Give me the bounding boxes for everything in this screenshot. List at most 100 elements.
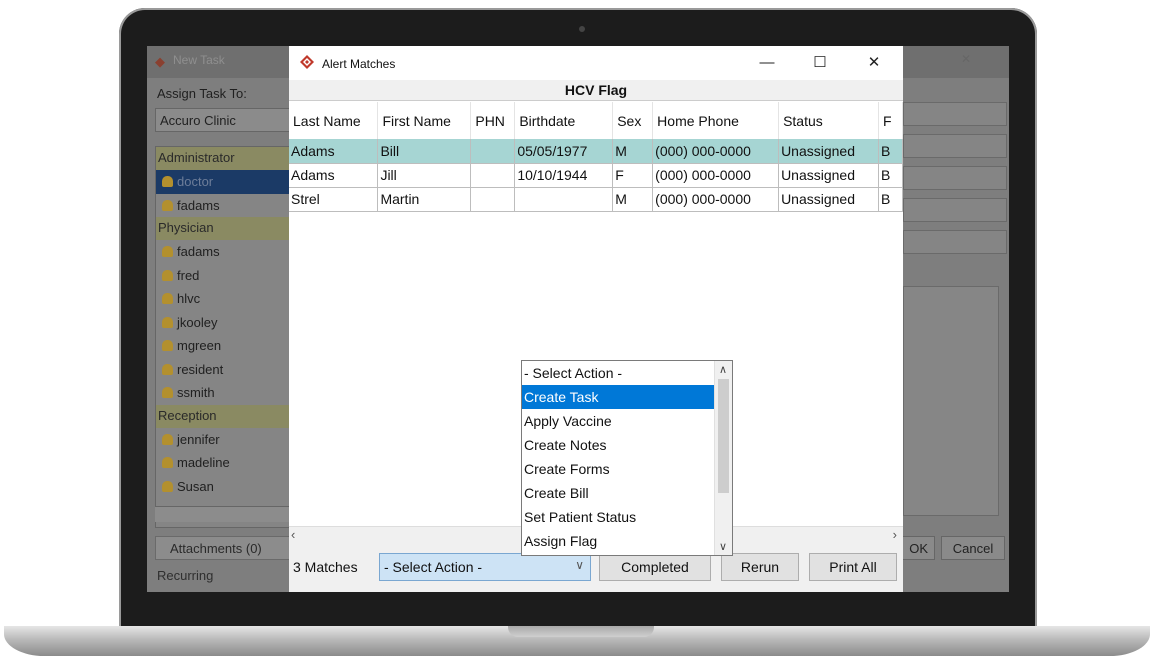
column-header[interactable]: Sex xyxy=(612,102,654,139)
dropdown-option[interactable]: Set Patient Status xyxy=(522,505,714,529)
user-icon xyxy=(162,480,173,492)
list-item-user[interactable]: mgreen xyxy=(156,334,291,358)
list-item-user[interactable]: fred xyxy=(156,264,291,288)
column-header[interactable]: Birthdate xyxy=(514,102,614,139)
user-icon xyxy=(162,363,173,375)
column-header[interactable]: PHN xyxy=(470,102,516,139)
list-item-user[interactable]: ssmith xyxy=(156,381,291,405)
laptop-base xyxy=(4,626,1150,656)
user-name: ssmith xyxy=(177,385,215,400)
group-header: Reception xyxy=(156,404,291,428)
dropdown-option[interactable]: Assign Flag xyxy=(522,529,714,553)
minimize-button[interactable]: — xyxy=(747,52,787,74)
dropdown-option[interactable]: Apply Vaccine xyxy=(522,409,714,433)
scrollbar-thumb[interactable] xyxy=(718,379,729,493)
background-dropdown[interactable] xyxy=(903,198,1007,222)
table-row[interactable]: Adams Jill 10/10/1944 F (000) 000-0000 U… xyxy=(289,163,903,188)
laptop-mockup: ◆ New Task — ◻ ✕ Assign Task To: Accuro … xyxy=(0,0,1150,661)
column-header[interactable]: F xyxy=(878,102,903,139)
clinic-field[interactable]: Accuro Clinic xyxy=(155,108,290,132)
dropdown-option[interactable]: - Select Action - xyxy=(522,361,714,385)
table-row[interactable]: Adams Bill 05/05/1977 M (000) 000-0000 U… xyxy=(289,139,903,164)
table-cell: M xyxy=(612,187,654,212)
column-header[interactable]: Status xyxy=(778,102,879,139)
background-notes-area[interactable] xyxy=(903,286,999,516)
list-item-user[interactable]: jkooley xyxy=(156,311,291,335)
alert-matches-dialog: Alert Matches — ☐ ✕ HCV Flag Last Name F… xyxy=(289,46,903,592)
dialog-title: Alert Matches xyxy=(322,57,396,71)
close-button[interactable]: ✕ xyxy=(854,52,894,74)
list-item-user[interactable]: resident xyxy=(156,358,291,382)
column-header[interactable]: Last Name xyxy=(289,102,379,139)
table-cell: Adams xyxy=(289,139,379,164)
group-header: Administrator xyxy=(156,147,291,170)
action-select[interactable]: - Select Action - ∨ xyxy=(379,553,591,581)
user-name: fadams xyxy=(177,197,220,213)
table-row[interactable]: Strel Martin M (000) 000-0000 Unassigned… xyxy=(289,187,903,212)
dialog-titlebar: Alert Matches — ☐ ✕ xyxy=(289,46,903,80)
accuro-logo-icon: ◆ xyxy=(155,54,165,69)
chevron-down-icon[interactable]: ∨ xyxy=(719,540,727,553)
user-icon xyxy=(162,176,173,187)
table-cell: Unassigned xyxy=(778,163,879,188)
table-cell xyxy=(514,187,614,212)
background-dropdown[interactable] xyxy=(903,134,1007,158)
background-field[interactable] xyxy=(903,102,1007,126)
user-icon xyxy=(162,457,173,468)
maximize-button[interactable]: ☐ xyxy=(800,52,840,74)
dropdown-option[interactable]: Create Bill xyxy=(522,481,714,505)
table-title: HCV Flag xyxy=(289,80,903,101)
dropdown-scrollbar[interactable]: ∧ ∨ xyxy=(714,361,732,555)
list-item-user[interactable]: hlvc xyxy=(156,287,291,311)
user-icon xyxy=(162,433,173,445)
background-dropdown[interactable] xyxy=(903,166,1007,190)
user-icon xyxy=(162,293,173,304)
assignee-list-scrollbar[interactable] xyxy=(155,506,292,522)
list-item-user[interactable]: doctor xyxy=(156,170,291,194)
table-cell: M xyxy=(612,139,654,164)
recurring-checkbox[interactable]: Recurring xyxy=(157,568,213,583)
table-cell: (000) 000-0000 xyxy=(652,163,780,188)
assignee-list[interactable]: Administrator doctor fadams Physician fa… xyxy=(155,146,292,528)
table-cell: Adams xyxy=(289,163,379,188)
print-all-button[interactable]: Print All xyxy=(809,553,897,581)
column-header[interactable]: First Name xyxy=(377,102,472,139)
table-cell: (000) 000-0000 xyxy=(652,187,780,212)
laptop-notch xyxy=(508,626,654,637)
scroll-right-icon[interactable]: › xyxy=(893,527,897,542)
cancel-button[interactable]: Cancel xyxy=(941,536,1005,560)
matches-count: 3 Matches xyxy=(293,559,358,575)
dropdown-option[interactable]: Create Task xyxy=(522,385,714,409)
camera-dot xyxy=(579,26,585,32)
group-header: Physician xyxy=(156,217,291,240)
table-cell: B xyxy=(878,163,903,188)
table-cell: Jill xyxy=(377,163,472,188)
list-item-user[interactable]: fadams xyxy=(156,194,291,218)
list-item-user[interactable]: madeline xyxy=(156,451,291,475)
action-select-value: - Select Action - xyxy=(384,559,483,575)
background-field[interactable] xyxy=(903,230,1007,254)
scroll-left-icon[interactable]: ‹ xyxy=(291,527,295,542)
table-cell: Martin xyxy=(377,187,472,212)
list-item-user[interactable]: jennifer xyxy=(156,428,291,452)
rerun-button[interactable]: Rerun xyxy=(721,553,799,581)
attachments-button[interactable]: Attachments (0) xyxy=(155,536,292,560)
column-header[interactable]: Home Phone xyxy=(652,102,780,139)
action-dropdown-list[interactable]: - Select Action - Create Task Apply Vacc… xyxy=(521,360,733,556)
chevron-up-icon[interactable]: ∧ xyxy=(719,363,727,376)
user-icon xyxy=(162,340,173,351)
list-item-user[interactable]: Susan xyxy=(156,475,291,499)
table-cell: Bill xyxy=(377,139,472,164)
table-cell xyxy=(470,139,516,164)
completed-button[interactable]: Completed xyxy=(599,553,711,581)
table-cell: B xyxy=(878,187,903,212)
user-name: Susan xyxy=(177,478,214,494)
table-cell xyxy=(470,163,516,188)
list-item-user[interactable]: fadams xyxy=(156,240,291,264)
table-cell: Unassigned xyxy=(778,139,879,164)
dropdown-option[interactable]: Create Forms xyxy=(522,457,714,481)
chevron-down-icon: ∨ xyxy=(575,558,584,572)
user-icon xyxy=(162,246,173,257)
dropdown-option[interactable]: Create Notes xyxy=(522,433,714,457)
table-header-row: Last Name First Name PHN Birthdate Sex H… xyxy=(289,102,903,139)
